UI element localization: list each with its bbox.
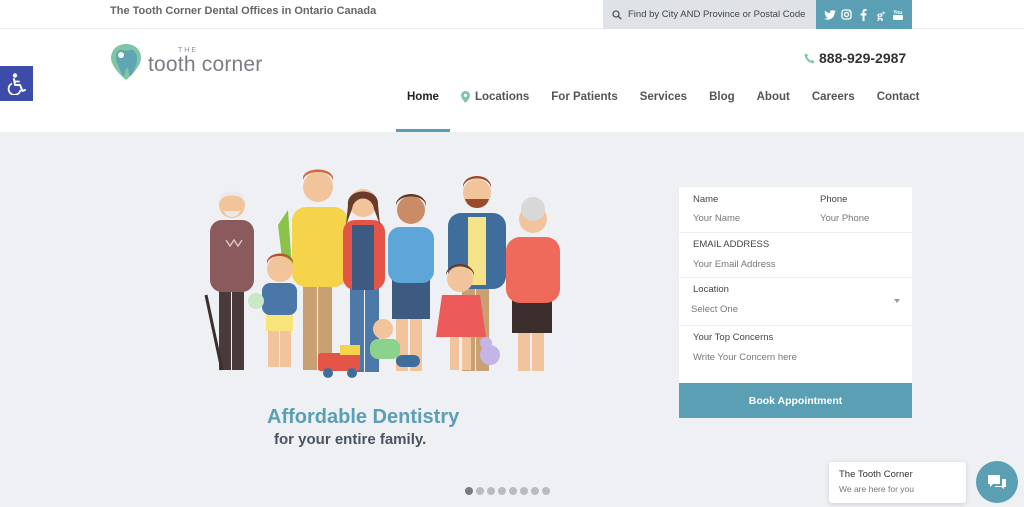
- phone-number[interactable]: 888-929-2987: [804, 50, 906, 66]
- nav-for-patients[interactable]: For Patients: [540, 91, 628, 132]
- carousel-dots: [465, 487, 553, 495]
- svg-text:+: +: [882, 11, 886, 17]
- boy-figure: [248, 253, 297, 367]
- nav-locations-label: Locations: [474, 91, 530, 103]
- concern-input[interactable]: Write Your Concern here: [693, 352, 797, 363]
- map-pin-icon: [460, 91, 470, 103]
- top-bar: The Tooth Corner Dental Offices in Ontar…: [0, 0, 1024, 29]
- chat-button[interactable]: [976, 461, 1018, 503]
- youtube-icon[interactable]: You: [891, 9, 905, 21]
- nav-contact[interactable]: Contact: [866, 91, 931, 132]
- nav-about[interactable]: About: [746, 91, 801, 132]
- carousel-dot[interactable]: [498, 487, 506, 495]
- location-finder[interactable]: Find by City AND Province or Postal Code: [603, 0, 816, 29]
- nav-about-label: About: [756, 91, 790, 103]
- carousel-dot[interactable]: [531, 487, 539, 495]
- logo-name: tooth corner: [148, 53, 263, 76]
- chevron-down-icon: [894, 299, 900, 303]
- location-select[interactable]: Select One: [691, 304, 738, 315]
- carousel-dot[interactable]: [487, 487, 495, 495]
- logo[interactable]: THE tooth corner: [108, 42, 262, 82]
- email-row: EMAIL ADDRESS Your Email Address: [679, 233, 912, 278]
- chat-greeting[interactable]: The Tooth Corner We are here for you: [829, 462, 966, 503]
- grandma-figure: [506, 197, 560, 371]
- email-label: EMAIL ADDRESS: [693, 239, 770, 250]
- nav-blog-label: Blog: [709, 91, 735, 103]
- hero-subtitle: for your entire family.: [274, 431, 427, 448]
- instagram-icon[interactable]: [840, 9, 854, 20]
- nav-services[interactable]: Services: [629, 91, 698, 132]
- twitter-icon[interactable]: [823, 9, 837, 20]
- phone-input[interactable]: Your Phone: [820, 213, 869, 224]
- social-links: g + You: [816, 0, 912, 29]
- phone-label: Phone: [820, 194, 848, 205]
- carousel-dot[interactable]: [520, 487, 528, 495]
- carousel-dot[interactable]: [465, 487, 473, 495]
- site-header: THE tooth corner 888-929-2987 Home Locat…: [0, 29, 1024, 132]
- location-finder-label: Find by City AND Province or Postal Code: [628, 9, 806, 20]
- svg-text:You: You: [894, 9, 903, 15]
- nav-services-label: Services: [639, 91, 688, 103]
- nav-locations[interactable]: Locations: [450, 91, 540, 132]
- nav-patients-label: For Patients: [551, 91, 618, 103]
- nav-home-label: Home: [407, 91, 439, 103]
- search-icon: [612, 9, 622, 20]
- location-row[interactable]: Location Select One: [679, 278, 912, 326]
- nav-contact-label: Contact: [876, 91, 920, 103]
- accessibility-button[interactable]: [0, 66, 33, 101]
- concern-row: Your Top Concerns Write Your Concern her…: [679, 326, 912, 383]
- hero-title: Affordable Dentistry: [267, 406, 460, 428]
- phone-text: 888-929-2987: [819, 50, 907, 66]
- book-appointment-button[interactable]: Book Appointment: [679, 383, 912, 418]
- phone-icon: [804, 53, 815, 63]
- chat-subtitle: We are here for you: [839, 484, 914, 494]
- location-label: Location: [693, 284, 729, 295]
- tagline: The Tooth Corner Dental Offices in Ontar…: [110, 5, 377, 17]
- nav-home[interactable]: Home: [396, 91, 450, 132]
- grandpa-figure: [204, 191, 254, 371]
- name-label: Name: [693, 194, 719, 205]
- wheelchair-icon: [7, 72, 26, 95]
- chat-title: The Tooth Corner: [839, 469, 913, 480]
- nav-blog[interactable]: Blog: [698, 91, 746, 132]
- name-phone-row: Name Your Name Phone Your Phone: [679, 187, 912, 233]
- concern-label: Your Top Concerns: [693, 332, 774, 343]
- email-input[interactable]: Your Email Address: [693, 259, 776, 270]
- tooth-pin-logo-icon: [111, 44, 141, 80]
- name-input[interactable]: Your Name: [693, 213, 740, 224]
- carousel-dot[interactable]: [476, 487, 484, 495]
- chat-icon: [988, 475, 1006, 489]
- carousel-dot[interactable]: [509, 487, 517, 495]
- nav-careers-label: Careers: [811, 91, 855, 103]
- nav-careers[interactable]: Careers: [801, 91, 866, 132]
- carousel-dot[interactable]: [542, 487, 550, 495]
- facebook-icon[interactable]: [857, 8, 871, 21]
- google-plus-icon[interactable]: g +: [874, 9, 888, 21]
- main-nav: Home Locations For Patients Services Blo…: [396, 91, 931, 132]
- family-illustration: [204, 169, 560, 378]
